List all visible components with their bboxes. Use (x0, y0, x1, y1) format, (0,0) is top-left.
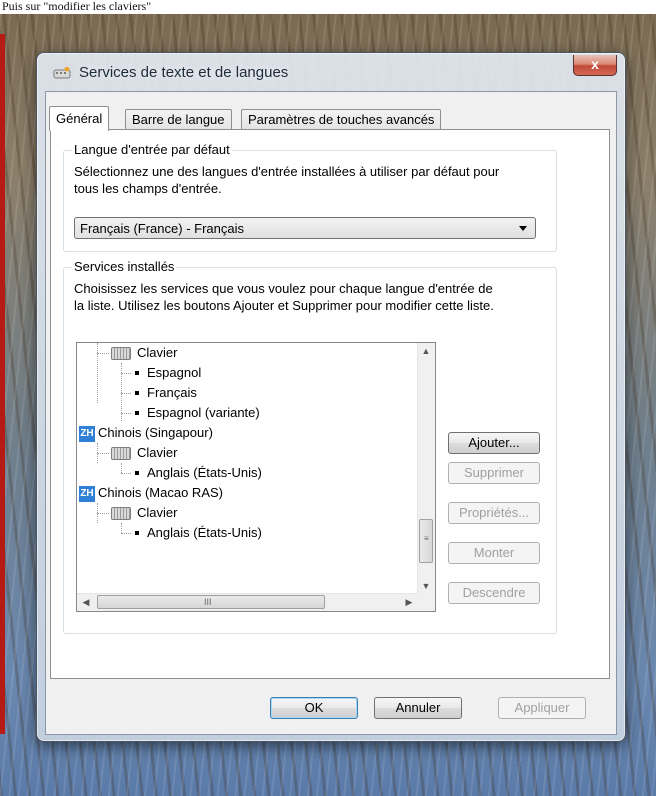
tree-connector (121, 523, 122, 533)
keyboard-icon (111, 347, 131, 361)
tree-connector (121, 413, 131, 414)
properties-button[interactable]: Propriétés... (448, 502, 540, 524)
tree-item-language[interactable]: ZH Chinois (Macao RAS) (79, 483, 223, 503)
keyboard-icon (111, 447, 131, 461)
tree-connector (97, 453, 109, 454)
ok-button[interactable]: OK (270, 697, 358, 719)
grip-icon: ≡ (424, 534, 429, 543)
grip-icon: III (204, 597, 212, 607)
tree-connector (121, 393, 131, 394)
horizontal-scroll-thumb[interactable]: III (97, 595, 325, 609)
tree-connector (121, 533, 131, 534)
installed-services-description-line1: Choisissez les services que vous voulez … (74, 281, 493, 296)
tree-connector (121, 473, 131, 474)
apply-button[interactable]: Appliquer (498, 697, 586, 719)
scroll-left-arrow-icon[interactable]: ◀ (79, 597, 93, 608)
scroll-down-arrow-icon[interactable]: ▼ (419, 581, 433, 591)
tree-connector (121, 373, 131, 374)
installed-services-group: Services installés Choisissez les servic… (63, 259, 557, 634)
tree-item-layout[interactable]: Français (131, 383, 197, 403)
vertical-scroll-thumb[interactable]: ≡ (419, 519, 433, 563)
desktop-red-edge (0, 34, 5, 734)
default-language-group: Langue d'entrée par défaut Sélectionnez … (63, 142, 557, 252)
desktop-background: Services de texte et de langues x Généra… (0, 14, 656, 796)
scroll-right-arrow-icon[interactable]: ▶ (402, 597, 416, 608)
zh-language-icon: ZH (79, 485, 95, 502)
tab-general[interactable]: Général (49, 106, 110, 131)
bullet-icon (135, 530, 139, 535)
tree-item-keyboard[interactable]: Clavier (109, 343, 177, 363)
tree-connector (97, 513, 109, 514)
default-language-description-line2: tous les champs d'entrée. (74, 181, 222, 196)
remove-button[interactable]: Supprimer (448, 462, 540, 484)
dialog-title: Services de texte et de langues (79, 64, 289, 81)
tree-item-keyboard[interactable]: Clavier (109, 503, 177, 523)
services-tree[interactable]: Clavier Espagnol Français Espagnol (vari… (76, 342, 436, 612)
chevron-down-icon (519, 226, 527, 231)
tree-item-layout[interactable]: Espagnol (131, 363, 201, 383)
close-icon: x (591, 56, 599, 72)
text-services-dialog: Services de texte et de langues x Généra… (36, 52, 626, 742)
add-button[interactable]: Ajouter... (448, 432, 540, 454)
bullet-icon (135, 470, 139, 475)
default-language-group-title: Langue d'entrée par défaut (72, 142, 232, 157)
bullet-icon (135, 410, 139, 415)
page-caption: Puis sur "modifier les claviers" (0, 0, 156, 14)
tab-advanced-key-settings[interactable]: Paramètres de touches avancés (241, 109, 442, 130)
close-button[interactable]: x (573, 55, 617, 76)
scrollbar-corner (418, 594, 435, 611)
tree-connector (121, 463, 122, 473)
tree-horizontal-scrollbar[interactable]: ◀ III ▶ (77, 593, 418, 611)
move-down-button[interactable]: Descendre (448, 582, 540, 604)
bullet-icon (135, 390, 139, 395)
zh-language-icon: ZH (79, 425, 95, 442)
dialog-client-area: Général Barre de langue Paramètres de to… (45, 91, 617, 735)
tab-panel-general: Langue d'entrée par défaut Sélectionnez … (50, 129, 610, 679)
default-language-description-line1: Sélectionnez une des langues d'entrée in… (74, 164, 500, 179)
keyboard-icon (111, 507, 131, 521)
tree-connector (97, 353, 109, 354)
tree-item-layout[interactable]: Espagnol (variante) (131, 403, 260, 423)
installed-services-group-title: Services installés (72, 259, 177, 274)
tree-item-layout[interactable]: Anglais (États-Unis) (131, 463, 262, 483)
bullet-icon (135, 370, 139, 375)
default-language-dropdown[interactable]: Français (France) - Français (74, 217, 536, 239)
tree-connector (97, 343, 98, 403)
tab-language-bar[interactable]: Barre de langue (125, 109, 232, 130)
installed-services-description-line2: la liste. Utilisez les boutons Ajouter e… (74, 298, 494, 313)
tree-item-language[interactable]: ZH Chinois (Singapour) (79, 423, 213, 443)
default-language-selected: Français (France) - Français (80, 221, 244, 236)
tree-item-keyboard[interactable]: Clavier (109, 443, 177, 463)
tree-item-layout[interactable]: Anglais (États-Unis) (131, 523, 262, 543)
scroll-up-arrow-icon[interactable]: ▲ (419, 346, 433, 356)
language-services-icon (53, 67, 71, 79)
cancel-button[interactable]: Annuler (374, 697, 462, 719)
tree-vertical-scrollbar[interactable]: ▲ ≡ ▼ (417, 343, 435, 594)
move-up-button[interactable]: Monter (448, 542, 540, 564)
